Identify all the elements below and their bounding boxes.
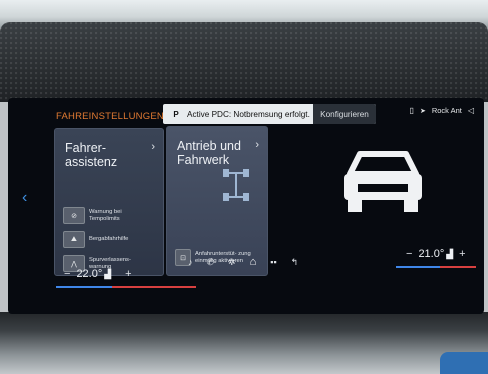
left-climate-control: − 22.0° ▟ +: [58, 268, 138, 280]
phone-icon: ▯: [409, 106, 414, 115]
left-temperature: 22.0°: [76, 268, 103, 280]
car-front-icon: [344, 151, 422, 212]
infotainment-screen: FAHREINSTELLUNGEN P Active PDC: Notbrems…: [8, 98, 484, 314]
chevron-right-icon: ›: [151, 141, 155, 153]
fan-icon[interactable]: ✲: [228, 257, 236, 268]
item-speed-limit-warning[interactable]: ⊘ Warnung bei Tempolimits: [63, 207, 149, 224]
card-title: Antrieb und Fahrwerk: [177, 139, 241, 167]
speed-limit-icon: ⊘: [63, 207, 85, 224]
right-temp-indicator: [396, 266, 476, 268]
notification-text: Active PDC: Notbremsung erfolgt.: [187, 109, 310, 119]
chevron-right-icon: ›: [255, 139, 259, 151]
item-hill-descent[interactable]: ⛰ Bergabfahrhilfe: [63, 231, 149, 248]
right-climate-control: − 21.0° ▟ +: [400, 248, 472, 260]
right-temp-decrease-button[interactable]: −: [406, 248, 412, 260]
left-temp-indicator: [56, 286, 196, 288]
apps-icon[interactable]: ▪▪: [270, 257, 276, 267]
status-area: ▯ ➤ Rock Ant ◁: [410, 106, 474, 115]
temp-increase-button[interactable]: +: [125, 268, 131, 280]
music-icon[interactable]: ♪: [188, 257, 193, 267]
volume-icon: ◁: [467, 106, 474, 115]
card-title: Fahrer- assistenz: [65, 141, 117, 169]
home-icon[interactable]: ⌂: [250, 256, 257, 268]
temp-decrease-button[interactable]: −: [64, 268, 70, 280]
right-temp-increase-button[interactable]: +: [459, 248, 465, 260]
navigation-icon[interactable]: ↰: [291, 257, 299, 268]
dashboard-top: [0, 22, 488, 102]
chassis-icon: [223, 169, 249, 201]
card-title-line2: assistenz: [65, 155, 118, 169]
page-title: FAHREINSTELLUNGEN: [56, 111, 164, 122]
item-label: Bergabfahrhilfe: [89, 236, 129, 242]
item-label: Warnung bei Tempolimits: [89, 208, 122, 222]
configure-button[interactable]: Konfigurieren: [313, 104, 376, 124]
dashboard-bottom: [0, 312, 488, 374]
card-title-line2: Fahrwerk: [177, 153, 230, 167]
phone-call-icon[interactable]: ✆: [207, 257, 215, 268]
bottom-nav: ♪ ✆ ✲ ⌂ ▪▪ ↰: [188, 256, 298, 268]
right-seat-heat-icon[interactable]: ▟: [446, 249, 453, 260]
right-temperature: 21.0°: [418, 248, 445, 260]
media-title: Rock Ant: [431, 106, 462, 115]
driver-assistance-card[interactable]: Fahrer- assistenz › ⊘ Warnung bei Tempol…: [54, 128, 164, 276]
hill-descent-icon: ⛰: [63, 231, 85, 248]
parking-icon: P: [173, 109, 179, 119]
notification-banner[interactable]: P Active PDC: Notbremsung erfolgt. Konfi…: [163, 104, 376, 124]
card-title-line1: Fahrer-: [65, 141, 106, 155]
seat-heat-icon[interactable]: ▟: [104, 269, 111, 280]
card-title-line1: Antrieb und: [177, 139, 241, 153]
location-icon: ➤: [419, 107, 426, 115]
interior-accent: [440, 352, 488, 374]
back-arrow-icon[interactable]: ‹: [22, 190, 27, 206]
drive-chassis-card[interactable]: Antrieb und Fahrwerk › ⊡ Anfahrunterstüt…: [166, 126, 268, 276]
